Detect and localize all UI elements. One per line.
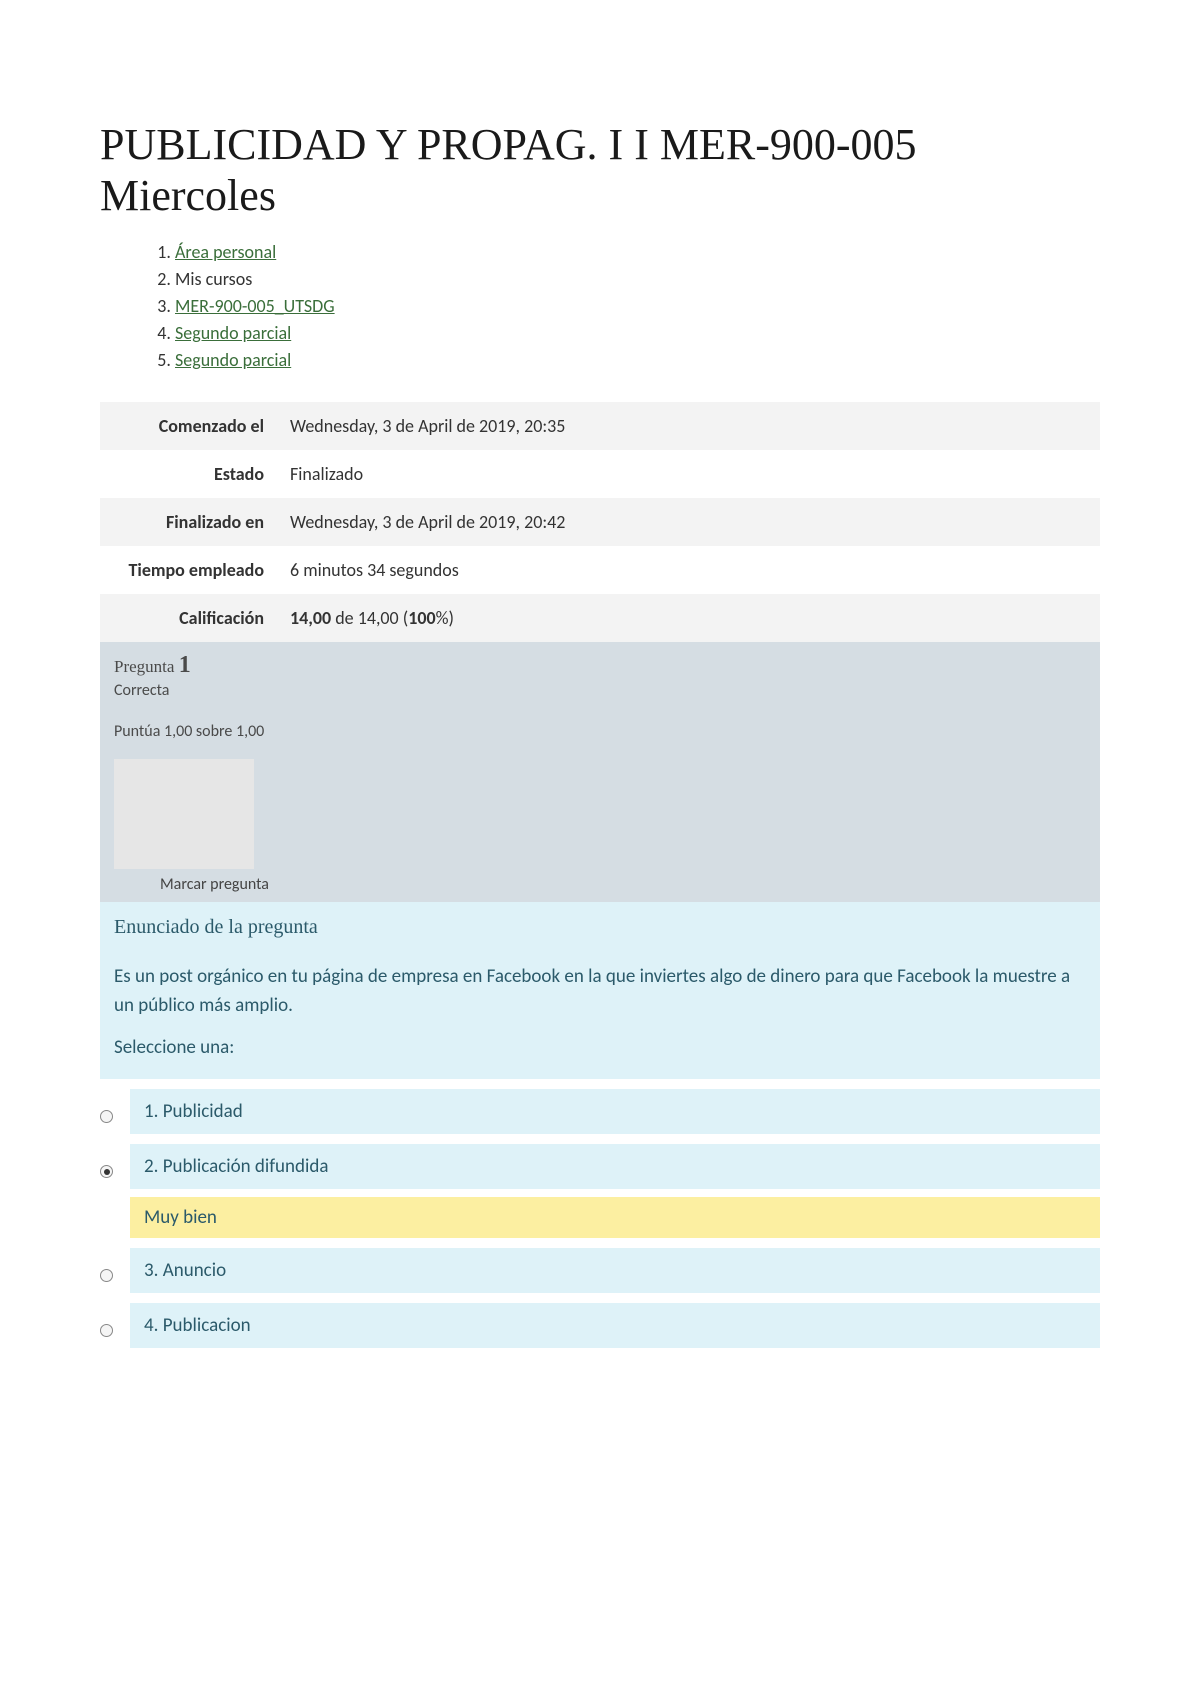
flag-row: Marcar pregunta xyxy=(100,869,1100,902)
radio-cell xyxy=(100,1259,130,1282)
answer-num: 2. xyxy=(144,1155,158,1178)
table-row: Comenzado el Wednesday, 3 de April de 20… xyxy=(100,402,1100,450)
select-one: Seleccione una: xyxy=(114,1036,1086,1059)
summary-value-finished: Wednesday, 3 de April de 2019, 20:42 xyxy=(280,498,1100,546)
summary-value-grade: 14,00 de 14,00 (100%) xyxy=(280,594,1100,642)
answer-option-3[interactable]: 3. Anuncio xyxy=(130,1248,1100,1293)
breadcrumb-item: MER-900-005_UTSDG xyxy=(175,293,1100,320)
radio-cell xyxy=(100,1155,130,1178)
answer-option-4[interactable]: 4. Publicacion xyxy=(130,1303,1100,1348)
radio-cell xyxy=(100,1314,130,1337)
answer-text: Publicación difundida xyxy=(163,1155,329,1178)
summary-label-grade: Calificación xyxy=(100,594,280,642)
breadcrumb-link-course[interactable]: MER-900-005_UTSDG xyxy=(175,295,335,317)
summary-label-started: Comenzado el xyxy=(100,402,280,450)
question-status: Correcta xyxy=(114,681,1086,700)
breadcrumb-item: Segundo parcial xyxy=(175,320,1100,347)
answer-row: 4. Publicacion xyxy=(100,1303,1100,1348)
answer-option-1[interactable]: 1. Publicidad xyxy=(130,1089,1100,1134)
answer-row: 3. Anuncio xyxy=(100,1248,1100,1293)
grade-of: de 14,00 ( xyxy=(331,607,408,629)
breadcrumb-link-quiz[interactable]: Segundo parcial xyxy=(175,349,291,371)
table-row: Finalizado en Wednesday, 3 de April de 2… xyxy=(100,498,1100,546)
summary-table: Comenzado el Wednesday, 3 de April de 20… xyxy=(100,402,1100,642)
breadcrumb-item: Segundo parcial xyxy=(175,347,1100,374)
question-label: Pregunta xyxy=(114,657,179,676)
radio-icon[interactable] xyxy=(100,1110,113,1123)
breadcrumb-text-courses: Mis cursos xyxy=(175,268,252,290)
breadcrumb-link-personal[interactable]: Área personal xyxy=(175,241,276,263)
page-title: PUBLICIDAD Y PROPAG. I I MER-900-005 Mie… xyxy=(100,120,1100,221)
question-content: Enunciado de la pregunta Es un post orgá… xyxy=(100,902,1100,1079)
grade-pct: 100 xyxy=(408,607,435,629)
summary-value-state: Finalizado xyxy=(280,450,1100,498)
breadcrumb-link-section[interactable]: Segundo parcial xyxy=(175,322,291,344)
question-number: 1 xyxy=(179,652,191,678)
answer-num: 4. xyxy=(144,1314,158,1337)
feedback-row: Muy bien xyxy=(130,1197,1100,1238)
summary-label-state: Estado xyxy=(100,450,280,498)
table-row: Calificación 14,00 de 14,00 (100%) xyxy=(100,594,1100,642)
question-score: Puntúa 1,00 sobre 1,00 xyxy=(114,722,1086,753)
summary-value-time: 6 minutos 34 segundos xyxy=(280,546,1100,594)
breadcrumb-item: Área personal xyxy=(175,239,1100,266)
answer-row: 1. Publicidad xyxy=(100,1089,1100,1134)
table-row: Tiempo empleado 6 minutos 34 segundos xyxy=(100,546,1100,594)
radio-icon-checked[interactable] xyxy=(100,1165,113,1178)
question-text: Es un post orgánico en tu página de empr… xyxy=(114,963,1086,1020)
answer-num: 3. xyxy=(144,1259,158,1282)
breadcrumb-item: Mis cursos xyxy=(175,266,1100,293)
answer-text: Anuncio xyxy=(163,1259,226,1282)
answer-option-2[interactable]: 2. Publicación difundida xyxy=(130,1144,1100,1189)
answer-text: Publicacion xyxy=(163,1314,251,1337)
question-content-header: Enunciado de la pregunta xyxy=(114,916,1086,939)
answer-num: 1. xyxy=(144,1100,158,1123)
answer-row: 2. Publicación difundida xyxy=(100,1144,1100,1189)
flag-label[interactable]: Marcar pregunta xyxy=(160,875,269,894)
answer-text: Publicidad xyxy=(163,1100,243,1123)
feedback-text: Muy bien xyxy=(144,1206,217,1229)
flag-block xyxy=(114,759,254,869)
summary-label-time: Tiempo empleado xyxy=(100,546,280,594)
radio-icon[interactable] xyxy=(100,1269,113,1282)
breadcrumb: Área personal Mis cursos MER-900-005_UTS… xyxy=(100,239,1100,374)
radio-icon[interactable] xyxy=(100,1324,113,1337)
grade-close: %) xyxy=(436,607,454,629)
table-row: Estado Finalizado xyxy=(100,450,1100,498)
radio-cell xyxy=(100,1100,130,1123)
question-info: Pregunta 1 Correcta Puntúa 1,00 sobre 1,… xyxy=(100,642,1100,869)
summary-label-finished: Finalizado en xyxy=(100,498,280,546)
grade-score: 14,00 xyxy=(290,607,331,629)
summary-value-started: Wednesday, 3 de April de 2019, 20:35 xyxy=(280,402,1100,450)
